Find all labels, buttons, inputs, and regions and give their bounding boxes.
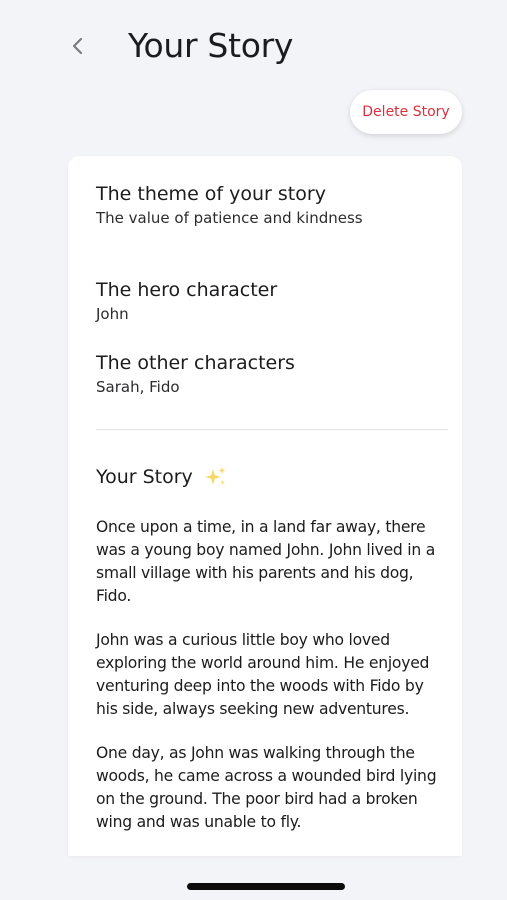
back-button[interactable]: [64, 30, 92, 66]
story-paragraph: Once upon a time, in a land far away, th…: [96, 518, 435, 605]
story-paragraph: John was a curious little boy who loved …: [96, 631, 430, 718]
home-indicator[interactable]: [187, 883, 345, 890]
page-title: Your Story: [128, 26, 294, 65]
story-body: Once upon a time, in a land far away, th…: [96, 516, 448, 855]
divider: [96, 429, 448, 430]
theme-section: The theme of your story The value of pat…: [96, 182, 446, 228]
hero-section: The hero character John: [96, 278, 446, 324]
hero-value: John: [96, 305, 129, 323]
theme-value: The value of patience and kindness: [96, 209, 363, 227]
story-card: The theme of your story The value of pat…: [68, 156, 462, 856]
delete-story-button[interactable]: Delete Story: [350, 90, 462, 134]
theme-title: The theme of your story: [96, 183, 326, 205]
sparkles-icon: [203, 466, 227, 488]
chevron-left-icon: [71, 36, 85, 60]
story-heading-label: Your Story: [96, 466, 193, 488]
other-characters-title: The other characters: [96, 352, 295, 374]
story-heading: Your Story: [96, 466, 227, 488]
story-paragraph: One day, as John was walking through the…: [96, 744, 437, 831]
hero-title: The hero character: [96, 279, 278, 301]
other-characters-section: The other characters Sarah, Fido: [96, 351, 446, 397]
other-characters-value: Sarah, Fido: [96, 378, 180, 396]
